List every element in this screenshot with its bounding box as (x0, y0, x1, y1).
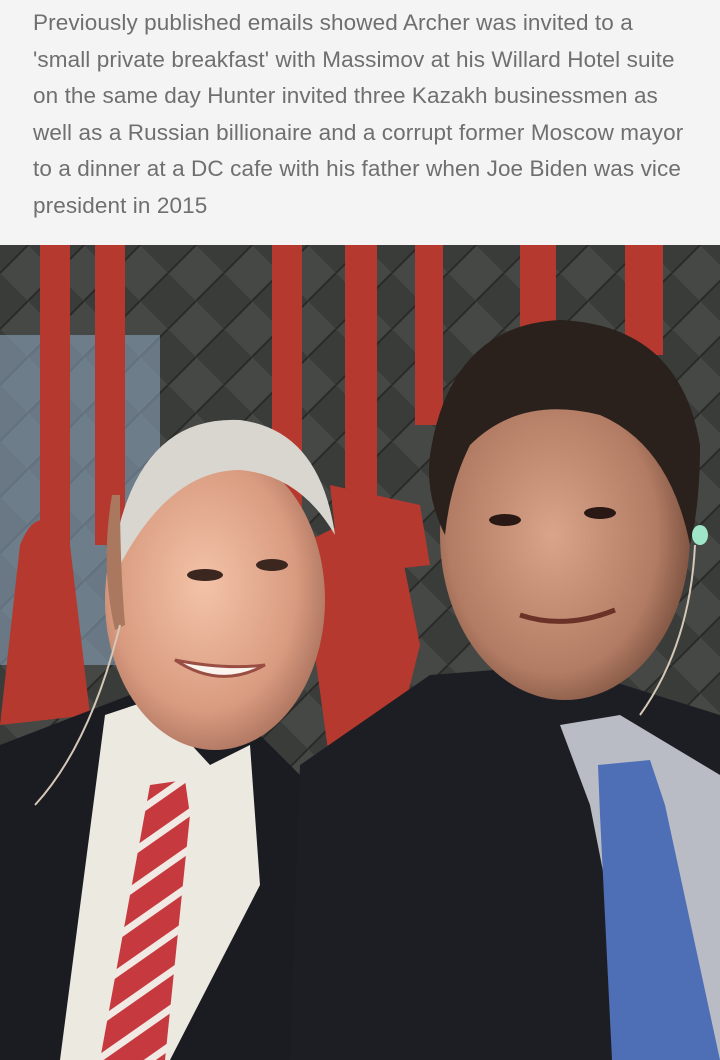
photo-caption: Previously published emails showed Arche… (33, 10, 684, 218)
caption-area: Previously published emails showed Arche… (0, 0, 720, 245)
photo-illustration (0, 245, 720, 1060)
article-photo[interactable] (0, 245, 720, 1060)
article-page: Previously published emails showed Arche… (0, 0, 720, 1060)
